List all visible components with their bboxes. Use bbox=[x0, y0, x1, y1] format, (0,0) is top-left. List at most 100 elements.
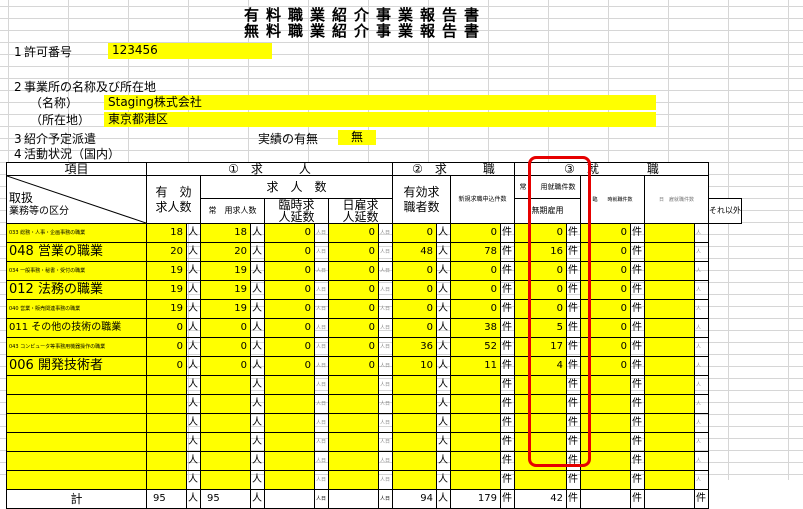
value-cell-d[interactable]: 0 bbox=[328, 223, 379, 243]
value-cell-a[interactable]: 19 bbox=[146, 299, 187, 319]
category-cell[interactable]: 006 開発技術者 bbox=[6, 356, 147, 376]
category-cell[interactable] bbox=[6, 451, 147, 471]
value-cell-b[interactable] bbox=[200, 375, 251, 395]
value-cell-b[interactable] bbox=[200, 451, 251, 471]
value-cell-e[interactable]: 0 bbox=[392, 261, 437, 281]
value-cell-f[interactable]: 0 bbox=[450, 299, 501, 319]
value-cell-blank[interactable] bbox=[644, 261, 695, 281]
category-cell[interactable] bbox=[6, 413, 147, 433]
value-cell-a[interactable]: 19 bbox=[146, 280, 187, 300]
value-cell-c[interactable]: 0 bbox=[264, 280, 315, 300]
value-cell-blank[interactable] bbox=[644, 242, 695, 262]
value-cell-blank[interactable] bbox=[644, 375, 695, 395]
value-cell-b[interactable]: 0 bbox=[200, 356, 251, 376]
value-cell-d[interactable] bbox=[328, 432, 379, 452]
value-cell-g[interactable] bbox=[514, 470, 567, 490]
value-cell-b[interactable] bbox=[200, 470, 251, 490]
address-field[interactable]: 東京都港区 bbox=[104, 112, 656, 127]
category-cell[interactable]: 033 総務・人事・企画事務の職業 bbox=[6, 223, 147, 243]
value-cell-d[interactable]: 0 bbox=[328, 318, 379, 338]
value-cell-c[interactable]: 0 bbox=[264, 299, 315, 319]
value-cell-d[interactable]: 0 bbox=[328, 299, 379, 319]
value-cell-c[interactable] bbox=[264, 432, 315, 452]
category-cell[interactable] bbox=[6, 432, 147, 452]
value-cell-a[interactable]: 19 bbox=[146, 261, 187, 281]
record-field[interactable]: 無 bbox=[338, 130, 376, 145]
value-cell-h[interactable] bbox=[580, 470, 631, 490]
category-cell[interactable] bbox=[6, 394, 147, 414]
value-cell-a[interactable] bbox=[146, 375, 187, 395]
value-cell-e[interactable] bbox=[392, 375, 437, 395]
value-cell-c[interactable]: 0 bbox=[264, 318, 315, 338]
value-cell-f[interactable]: 0 bbox=[450, 280, 501, 300]
value-cell-blank[interactable] bbox=[644, 451, 695, 471]
value-cell-d[interactable] bbox=[328, 451, 379, 471]
value-cell-f[interactable]: 11 bbox=[450, 356, 501, 376]
value-cell-e[interactable]: 0 bbox=[392, 280, 437, 300]
value-cell-d[interactable] bbox=[328, 470, 379, 490]
value-cell-f[interactable] bbox=[450, 432, 501, 452]
value-cell-blank[interactable] bbox=[644, 337, 695, 357]
value-cell-d[interactable] bbox=[328, 375, 379, 395]
value-cell-b[interactable]: 19 bbox=[200, 261, 251, 281]
value-cell-e[interactable]: 0 bbox=[392, 318, 437, 338]
value-cell-d[interactable]: 0 bbox=[328, 356, 379, 376]
value-cell-f[interactable] bbox=[450, 470, 501, 490]
value-cell-a[interactable] bbox=[146, 470, 187, 490]
value-cell-blank[interactable] bbox=[644, 299, 695, 319]
value-cell-a[interactable] bbox=[146, 394, 187, 414]
value-cell-f[interactable]: 52 bbox=[450, 337, 501, 357]
value-cell-c[interactable] bbox=[264, 375, 315, 395]
value-cell-a[interactable]: 0 bbox=[146, 356, 187, 376]
value-cell-a[interactable] bbox=[146, 451, 187, 471]
category-cell[interactable]: 011 その他の技術の職業 bbox=[6, 318, 147, 338]
value-cell-c[interactable]: 0 bbox=[264, 337, 315, 357]
value-cell-d[interactable]: 0 bbox=[328, 261, 379, 281]
value-cell-blank[interactable] bbox=[644, 318, 695, 338]
value-cell-d[interactable]: 0 bbox=[328, 242, 379, 262]
value-cell-e[interactable]: 36 bbox=[392, 337, 437, 357]
value-cell-b[interactable]: 0 bbox=[200, 337, 251, 357]
value-cell-blank[interactable] bbox=[644, 356, 695, 376]
value-cell-c[interactable] bbox=[264, 413, 315, 433]
category-cell[interactable] bbox=[6, 375, 147, 395]
value-cell-b[interactable]: 19 bbox=[200, 280, 251, 300]
value-cell-f[interactable]: 38 bbox=[450, 318, 501, 338]
value-cell-c[interactable]: 0 bbox=[264, 261, 315, 281]
value-cell-a[interactable]: 0 bbox=[146, 318, 187, 338]
value-cell-f[interactable] bbox=[450, 451, 501, 471]
value-cell-blank[interactable] bbox=[644, 223, 695, 243]
value-cell-c[interactable]: 0 bbox=[264, 242, 315, 262]
value-cell-c[interactable] bbox=[264, 394, 315, 414]
category-cell[interactable]: 043 コンピュータ等事務用機器操作の職業 bbox=[6, 337, 147, 357]
value-cell-c[interactable] bbox=[264, 451, 315, 471]
value-cell-b[interactable]: 19 bbox=[200, 299, 251, 319]
value-cell-f[interactable]: 0 bbox=[450, 261, 501, 281]
value-cell-blank[interactable] bbox=[644, 470, 695, 490]
value-cell-e[interactable]: 0 bbox=[392, 223, 437, 243]
value-cell-d[interactable]: 0 bbox=[328, 280, 379, 300]
value-cell-e[interactable]: 0 bbox=[392, 299, 437, 319]
value-cell-e[interactable] bbox=[392, 432, 437, 452]
category-cell[interactable]: 012 法務の職業 bbox=[6, 280, 147, 300]
value-cell-blank[interactable] bbox=[644, 432, 695, 452]
value-cell-f[interactable] bbox=[450, 413, 501, 433]
value-cell-blank[interactable] bbox=[644, 413, 695, 433]
value-cell-b[interactable]: 0 bbox=[200, 318, 251, 338]
company-name-field[interactable]: Staging株式会社 bbox=[104, 95, 656, 110]
value-cell-b[interactable] bbox=[200, 432, 251, 452]
category-cell[interactable] bbox=[6, 470, 147, 490]
value-cell-e[interactable] bbox=[392, 470, 437, 490]
category-cell[interactable]: 040 営業・販売関連事務の職業 bbox=[6, 299, 147, 319]
value-cell-blank[interactable] bbox=[644, 280, 695, 300]
value-cell-f[interactable] bbox=[450, 394, 501, 414]
value-cell-a[interactable] bbox=[146, 432, 187, 452]
value-cell-e[interactable]: 10 bbox=[392, 356, 437, 376]
value-cell-a[interactable]: 20 bbox=[146, 242, 187, 262]
value-cell-e[interactable] bbox=[392, 394, 437, 414]
value-cell-e[interactable] bbox=[392, 451, 437, 471]
value-cell-b[interactable] bbox=[200, 413, 251, 433]
value-cell-f[interactable] bbox=[450, 375, 501, 395]
value-cell-d[interactable] bbox=[328, 413, 379, 433]
value-cell-blank[interactable] bbox=[644, 394, 695, 414]
